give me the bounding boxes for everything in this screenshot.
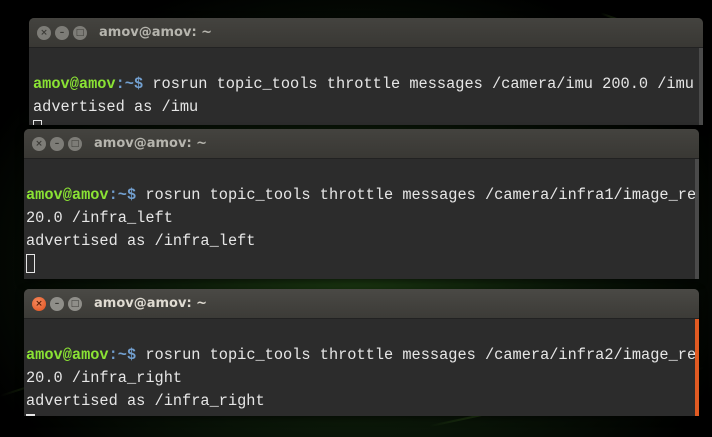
prompt-user-host: amov@amov [33,75,116,93]
minimize-button[interactable]: – [50,296,64,311]
terminal-window-infra-left[interactable]: × – □ amov@amov: ~ amov@amov:~$ rosrun t… [24,129,699,279]
command-text: rosrun topic_tools throttle messages /ca… [136,346,699,364]
close-button[interactable]: × [37,25,51,40]
terminal-window-infra-right[interactable]: × – □ amov@amov: ~ amov@amov:~$ rosrun t… [24,289,699,416]
text-cursor [26,414,35,416]
terminal-titlebar[interactable]: × – □ amov@amov: ~ [29,18,703,48]
command-text-wrapped: 20.0 /infra_right [26,369,183,387]
close-button[interactable]: × [32,296,46,311]
window-title: amov@amov: ~ [94,136,208,151]
prompt-path: :~$ [108,346,137,364]
window-title: amov@amov: ~ [99,25,213,40]
maximize-button[interactable]: □ [73,25,87,40]
maximize-button[interactable]: □ [68,296,82,311]
terminal-content[interactable]: amov@amov:~$ rosrun topic_tools throttle… [24,319,699,416]
scrollbar[interactable] [695,319,699,416]
scrollbar[interactable] [699,48,703,125]
text-cursor [26,254,35,274]
terminal-titlebar[interactable]: × – □ amov@amov: ~ [24,289,699,319]
prompt-user-host: amov@amov [26,346,109,364]
minimize-button[interactable]: – [55,25,69,40]
close-button[interactable]: × [32,136,46,151]
scrollbar[interactable] [695,159,699,279]
terminal-window-imu[interactable]: × – □ amov@amov: ~ amov@amov:~$ rosrun t… [29,18,703,125]
terminal-content[interactable]: amov@amov:~$ rosrun topic_tools throttle… [24,159,699,279]
minimize-button[interactable]: – [50,136,64,151]
maximize-button[interactable]: □ [68,136,82,151]
prompt-path: :~$ [108,186,137,204]
command-text: rosrun topic_tools throttle messages /ca… [136,186,699,204]
output-line: advertised as /imu [33,98,199,116]
prompt-path: :~$ [115,75,144,93]
output-line: advertised as /infra_right [26,392,265,410]
output-line: advertised as /infra_left [26,232,256,250]
text-cursor [33,120,42,125]
prompt-user-host: amov@amov [26,186,109,204]
command-text-wrapped: 20.0 /infra_left [26,209,173,227]
command-text: rosrun topic_tools throttle messages /ca… [143,75,694,93]
terminal-content[interactable]: amov@amov:~$ rosrun topic_tools throttle… [29,48,703,125]
terminal-titlebar[interactable]: × – □ amov@amov: ~ [24,129,699,159]
window-title: amov@amov: ~ [94,296,208,311]
